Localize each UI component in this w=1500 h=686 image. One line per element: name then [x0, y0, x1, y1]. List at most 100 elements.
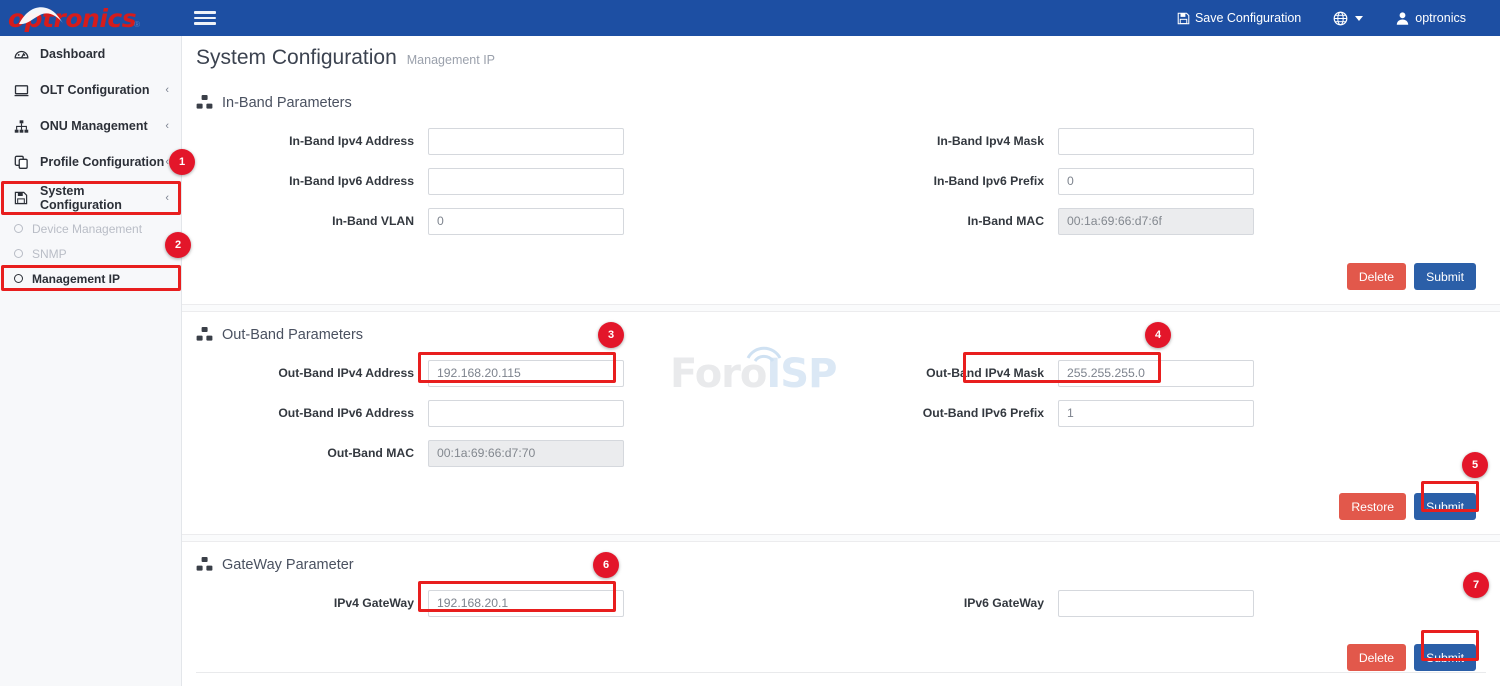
section-header: Out-Band Parameters: [182, 312, 1500, 353]
annotation-badge-3: 3: [598, 322, 624, 348]
out-band-ipv6-address-input[interactable]: [428, 400, 624, 427]
sidebar-item-management-ip[interactable]: Management IP: [0, 266, 181, 291]
logo-registered-mark: ®: [134, 20, 140, 29]
out-band-ipv4-address-input[interactable]: 192.168.20.115: [428, 360, 624, 387]
sidebar-item-label: Dashboard: [40, 47, 169, 61]
user-icon: [1395, 11, 1410, 26]
main-content-area: ForoISP System Configuration Management …: [182, 36, 1500, 686]
cubes-icon: [196, 556, 213, 573]
section-title: Out-Band Parameters: [222, 327, 363, 343]
in-band-button-row: Delete Submit: [182, 241, 1500, 304]
breadcrumb: Management IP: [407, 53, 495, 67]
ipv6-gateway-input[interactable]: [1058, 590, 1254, 617]
form-row: In-Band VLAN 0 In-Band MAC 00:1a:69:66:d…: [182, 201, 1500, 241]
sidebar-item-device-management[interactable]: Device Management: [0, 216, 181, 241]
save-configuration-label: Save Configuration: [1195, 11, 1301, 25]
form-row: Out-Band IPv6 Address Out-Band IPv6 Pref…: [182, 393, 1500, 433]
in-band-mac-input: 00:1a:69:66:d7:6f: [1058, 208, 1254, 235]
radio-ring-icon: [14, 224, 23, 233]
section-title: In-Band Parameters: [222, 95, 352, 111]
save-configuration-button[interactable]: Save Configuration: [1161, 0, 1317, 36]
sidebar-item-dashboard[interactable]: Dashboard: [0, 36, 181, 72]
gateway-submit-button[interactable]: Submit: [1414, 644, 1476, 671]
section-header: GateWay Parameter: [182, 542, 1500, 583]
sidebar-item-system-configuration[interactable]: System Configuration ‹: [0, 180, 181, 216]
globe-icon: [1333, 11, 1348, 26]
section-header: In-Band Parameters: [182, 80, 1500, 121]
out-band-ipv4-mask-input[interactable]: 255.255.255.0: [1058, 360, 1254, 387]
in-band-ipv4-address-input[interactable]: [428, 128, 624, 155]
out-band-restore-button[interactable]: Restore: [1339, 493, 1406, 520]
floppy-disk-icon: [1177, 12, 1190, 25]
field-out-band-ipv6-prefix: Out-Band IPv6 Prefix 1: [832, 400, 1254, 427]
field-in-band-vlan: In-Band VLAN 0: [182, 208, 832, 235]
form-row: In-Band Ipv4 Address In-Band Ipv4 Mask: [182, 121, 1500, 161]
sidebar-subitem-label: SNMP: [32, 247, 67, 261]
user-menu[interactable]: optronics: [1379, 0, 1482, 36]
sidebar-item-profile-configuration[interactable]: Profile Configuration ‹: [0, 144, 181, 180]
field-ipv6-gateway: IPv6 GateWay: [832, 590, 1254, 617]
form-row: Out-Band IPv4 Address 192.168.20.115 Out…: [182, 353, 1500, 393]
monitor-icon: [14, 83, 32, 98]
cubes-icon: [196, 326, 213, 343]
field-in-band-ipv6-prefix: In-Band Ipv6 Prefix 0: [832, 168, 1254, 195]
sidebar-subitem-label: Management IP: [32, 272, 120, 286]
top-navigation-bar: optronics ® Save Configuration: [0, 0, 1500, 36]
sidebar-item-label: OLT Configuration: [40, 83, 165, 97]
in-band-submit-button[interactable]: Submit: [1414, 263, 1476, 290]
field-out-band-mac: Out-Band MAC 00:1a:69:66:d7:70: [182, 440, 832, 467]
section-divider: [182, 534, 1500, 542]
save-icon: [14, 191, 32, 205]
sidebar-item-onu-management[interactable]: ONU Management ‹: [0, 108, 181, 144]
in-band-ipv4-mask-input[interactable]: [1058, 128, 1254, 155]
annotation-badge-6: 6: [593, 552, 619, 578]
card-bottom-edge: [196, 672, 1486, 673]
annotation-badge-4: 4: [1145, 322, 1171, 348]
sidebar-item-snmp[interactable]: SNMP: [0, 241, 181, 266]
chevron-left-icon: ‹: [165, 84, 169, 96]
sitemap-icon: [14, 119, 32, 134]
field-in-band-ipv4-mask: In-Band Ipv4 Mask: [832, 128, 1254, 155]
field-label: In-Band Ipv6 Prefix: [832, 174, 1058, 188]
field-label: Out-Band IPv4 Address: [182, 366, 428, 380]
logo-wordmark: optronics: [8, 6, 136, 31]
form-row: Out-Band MAC 00:1a:69:66:d7:70: [182, 433, 1500, 473]
field-label: Out-Band IPv6 Address: [182, 406, 428, 420]
out-band-button-row: Restore Submit: [182, 473, 1500, 534]
gateway-delete-button[interactable]: Delete: [1347, 644, 1406, 671]
in-band-ipv6-prefix-input[interactable]: 0: [1058, 168, 1254, 195]
field-label: In-Band VLAN: [182, 214, 428, 228]
gateway-button-row: Delete Submit: [182, 623, 1500, 685]
dashboard-icon: [14, 47, 32, 62]
sidebar-item-label: System Configuration: [40, 184, 165, 212]
hamburger-icon[interactable]: [194, 8, 216, 28]
out-band-mac-input: 00:1a:69:66:d7:70: [428, 440, 624, 467]
section-gateway-parameter: GateWay Parameter IPv4 GateWay 192.168.2…: [182, 542, 1500, 685]
field-label: IPv4 GateWay: [182, 596, 428, 610]
username-label: optronics: [1415, 11, 1466, 25]
in-band-ipv6-address-input[interactable]: [428, 168, 624, 195]
sidebar-subitem-label: Device Management: [32, 222, 142, 236]
field-label: Out-Band IPv4 Mask: [832, 366, 1058, 380]
brand-logo[interactable]: optronics ®: [0, 0, 182, 36]
ipv4-gateway-input[interactable]: 192.168.20.1: [428, 590, 624, 617]
page-title: System Configuration: [196, 46, 397, 70]
form-row: In-Band Ipv6 Address In-Band Ipv6 Prefix…: [182, 161, 1500, 201]
radio-ring-icon: [14, 274, 23, 283]
in-band-delete-button[interactable]: Delete: [1347, 263, 1406, 290]
language-selector[interactable]: [1317, 0, 1379, 36]
form-row: IPv4 GateWay 192.168.20.1 IPv6 GateWay: [182, 583, 1500, 623]
in-band-vlan-input[interactable]: 0: [428, 208, 624, 235]
sidebar-item-label: ONU Management: [40, 119, 165, 133]
annotation-badge-2: 2: [165, 232, 191, 258]
field-label: IPv6 GateWay: [832, 596, 1058, 610]
out-band-ipv6-prefix-input[interactable]: 1: [1058, 400, 1254, 427]
field-in-band-ipv6-address: In-Band Ipv6 Address: [182, 168, 832, 195]
radio-ring-icon: [14, 249, 23, 258]
field-out-band-ipv6-address: Out-Band IPv6 Address: [182, 400, 832, 427]
field-ipv4-gateway: IPv4 GateWay 192.168.20.1: [182, 590, 832, 617]
out-band-submit-button[interactable]: Submit: [1414, 493, 1476, 520]
sidebar-item-label: Profile Configuration: [40, 155, 165, 169]
sidebar-item-olt-configuration[interactable]: OLT Configuration ‹: [0, 72, 181, 108]
chevron-left-icon: ‹: [165, 192, 169, 204]
